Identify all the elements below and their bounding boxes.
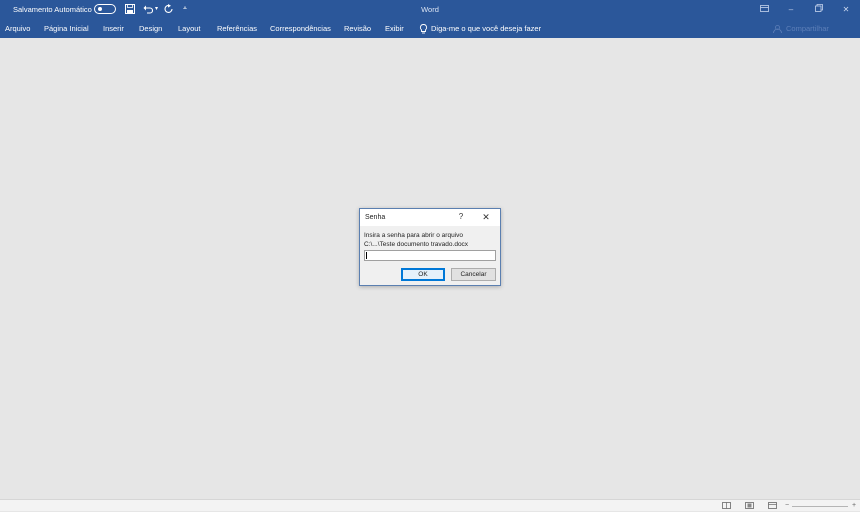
- ok-button[interactable]: OK: [401, 268, 445, 281]
- restore-icon[interactable]: [811, 3, 827, 16]
- help-icon[interactable]: ?: [456, 212, 466, 223]
- zoom-slider[interactable]: [792, 506, 848, 507]
- password-input[interactable]: [364, 250, 496, 261]
- app-title: Word: [421, 5, 439, 14]
- web-layout-icon[interactable]: [767, 502, 777, 510]
- share-icon: [773, 25, 782, 33]
- tab-referencias[interactable]: Referências: [217, 24, 257, 33]
- tab-layout[interactable]: Layout: [178, 24, 201, 33]
- share-label: Compartilhar: [786, 24, 829, 33]
- tell-me-text: Diga-me o que você deseja fazer: [431, 24, 542, 33]
- dialog-title: Senha: [365, 214, 386, 221]
- tab-design[interactable]: Design: [139, 24, 162, 33]
- tab-arquivo[interactable]: Arquivo: [5, 24, 30, 33]
- text-caret: [366, 252, 367, 259]
- dialog-title-bar: Senha ? ✕: [360, 209, 500, 226]
- tab-revisao[interactable]: Revisão: [344, 24, 371, 33]
- lightbulb-icon: [419, 24, 428, 34]
- dialog-message: Insira a senha para abrir o arquivo: [364, 232, 464, 239]
- tab-inserir[interactable]: Inserir: [103, 24, 124, 33]
- tab-correspondencias[interactable]: Correspondências: [270, 24, 331, 33]
- dialog-file-path: C:\...\Teste documento travado.docx: [364, 241, 469, 248]
- close-icon[interactable]: ✕: [838, 3, 854, 16]
- minimize-icon[interactable]: –: [783, 3, 799, 16]
- dialog-close-icon[interactable]: ✕: [481, 212, 491, 223]
- cancel-button[interactable]: Cancelar: [451, 268, 496, 281]
- read-mode-icon[interactable]: [721, 502, 731, 510]
- zoom-in-icon[interactable]: +: [849, 502, 859, 510]
- ribbon-tabs: Arquivo Página Inicial Inserir Design La…: [0, 20, 860, 38]
- title-bar: Salvamento Automático ▾ ⩡ Word – ✕: [0, 0, 860, 20]
- tab-pagina-inicial[interactable]: Página Inicial: [44, 24, 89, 33]
- zoom-out-icon[interactable]: −: [782, 502, 792, 510]
- print-layout-icon[interactable]: [744, 502, 754, 510]
- tab-exibir[interactable]: Exibir: [385, 24, 404, 33]
- ribbon-display-icon[interactable]: [756, 3, 772, 16]
- status-bar: − +: [0, 499, 860, 511]
- password-dialog: Senha ? ✕ Insira a senha para abrir o ar…: [359, 208, 501, 286]
